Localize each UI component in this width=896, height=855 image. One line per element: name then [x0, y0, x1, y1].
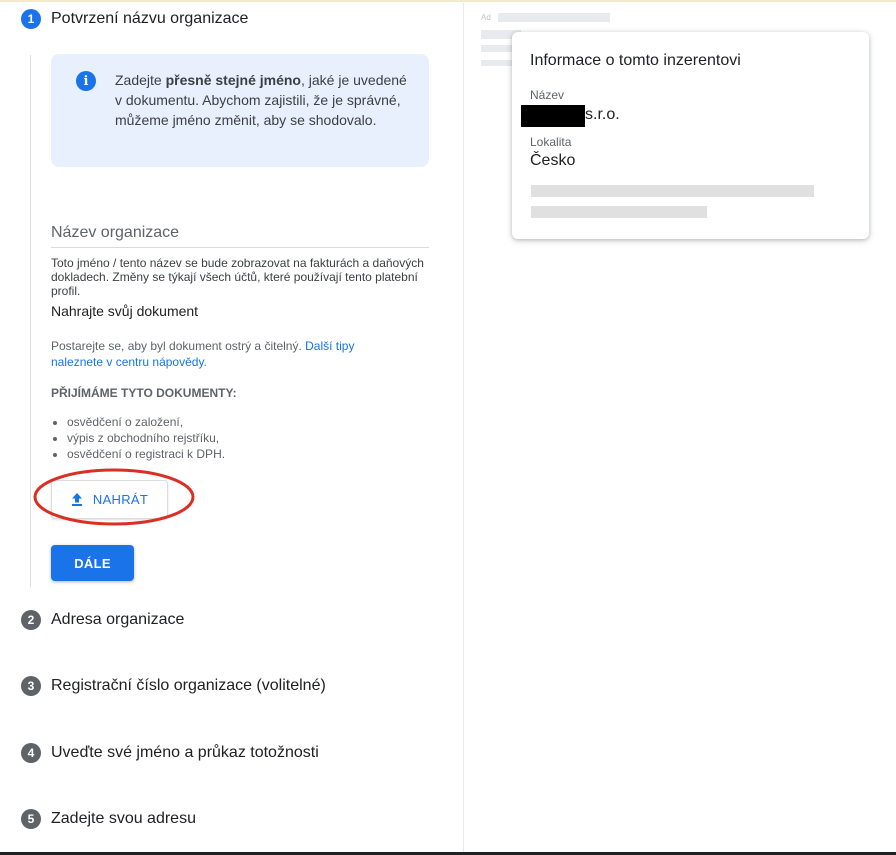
redacted-name: [521, 105, 585, 127]
step-4[interactable]: 4 Uveďte své jméno a průkaz totožnosti: [21, 743, 319, 763]
step-3[interactable]: 3 Registrační číslo organizace (voliteln…: [21, 676, 326, 696]
accepted-docs-heading: PŘIJÍMÁME TYTO DOKUMENTY:: [51, 386, 237, 400]
step-1-number: 1: [21, 9, 41, 29]
org-name-help: Toto jméno / tento název se bude zobrazo…: [51, 256, 424, 298]
location-label: Lokalita: [530, 135, 572, 149]
name-label: Název: [530, 88, 565, 102]
upload-heading: Nahrajte svůj dokument: [51, 303, 199, 319]
list-item: osvědčení o registraci k DPH.: [67, 446, 225, 462]
step-rail: [30, 55, 31, 587]
list-item: výpis z obchodního rejstříku,: [67, 430, 225, 446]
location-value: Česko: [530, 152, 576, 169]
step-3-title: Registrační číslo organizace (volitelné): [51, 677, 326, 694]
step-5[interactable]: 5 Zadejte svou adresu: [21, 809, 196, 829]
info-text: Zadejte přesně stejné jméno, jaké je uve…: [115, 72, 407, 128]
step-1-title: Potvrzení názvu organizace: [51, 10, 249, 27]
advertiser-info-card: Informace o tomto inzerentovi Název s.r.…: [512, 32, 869, 239]
step-2-number: 2: [21, 610, 41, 630]
step-4-title: Uveďte své jméno a průkaz totožnosti: [51, 744, 319, 761]
step-1[interactable]: 1 Potvrzení názvu organizace: [21, 9, 248, 29]
name-value: s.r.o.: [585, 106, 620, 123]
info-text-bold: přesně stejné jméno: [165, 72, 301, 88]
upload-tip: Postarejte se, aby byl dokument ostrý a …: [51, 339, 355, 369]
step-2-title: Adresa organizace: [51, 611, 185, 628]
info-icon: i: [76, 71, 96, 91]
column-divider: [463, 3, 464, 852]
org-name-input[interactable]: Název organizace: [51, 224, 179, 242]
top-border: [0, 0, 896, 2]
ad-tag: Ad: [481, 13, 491, 22]
info-box: i Zadejte přesně stejné jméno, jaké je u…: [51, 54, 429, 167]
card-title: Informace o tomto inzerentovi: [530, 52, 741, 69]
step-2[interactable]: 2 Adresa organizace: [21, 610, 184, 630]
step-5-number: 5: [21, 809, 41, 829]
step-4-number: 4: [21, 743, 41, 763]
ad-placeholder: [498, 13, 610, 22]
org-name-underline: [51, 247, 429, 248]
highlight-ellipse: [33, 468, 195, 526]
card-placeholder-bar: [531, 185, 814, 197]
step-3-number: 3: [21, 676, 41, 696]
card-placeholder-bar: [531, 206, 707, 218]
list-item: osvědčení o založení,: [67, 414, 225, 430]
next-button[interactable]: DÁLE: [51, 545, 134, 581]
step-5-title: Zadejte svou adresu: [51, 810, 196, 827]
accepted-docs-list: osvědčení o založení, výpis z obchodního…: [51, 414, 225, 462]
